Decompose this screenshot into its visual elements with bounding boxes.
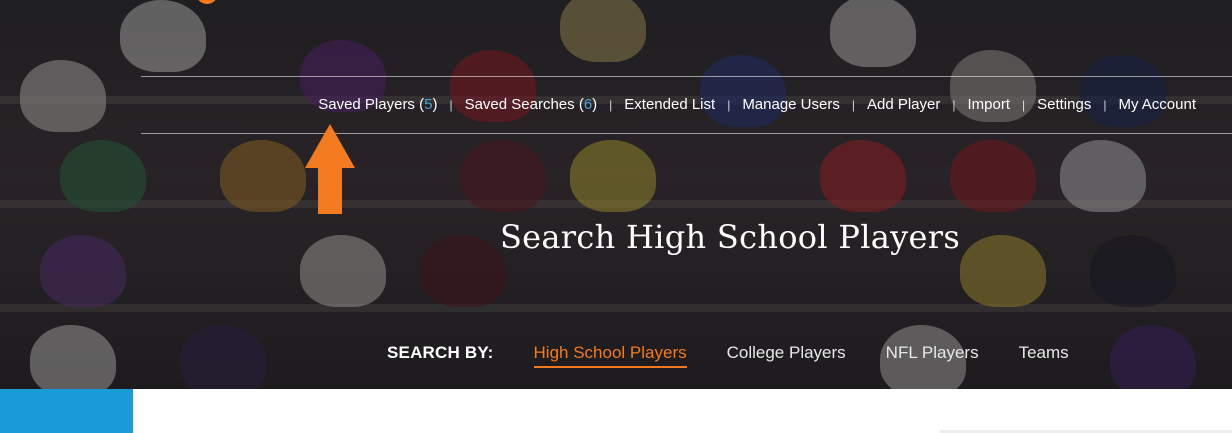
- nav-separator: |: [727, 97, 731, 112]
- chevron-down-icon: ⌄: [86, 426, 98, 433]
- nav-separator: |: [952, 97, 956, 112]
- nav-saved-players-suffix: ): [432, 96, 438, 113]
- nav-import[interactable]: Import: [967, 96, 1010, 113]
- search-option-teams[interactable]: Teams: [1019, 343, 1069, 363]
- saved-searches-count: 6: [583, 96, 593, 113]
- nav-saved-players-label: Saved Players (: [318, 96, 425, 113]
- search-option-high-school[interactable]: High School Players: [533, 343, 687, 368]
- nav-my-account[interactable]: My Account: [1118, 96, 1196, 113]
- nav-saved-players[interactable]: Saved Players (5): [318, 96, 437, 113]
- filter-panel-toggle[interactable]: ⌄: [0, 389, 133, 433]
- nav-saved-searches[interactable]: Saved Searches (6): [465, 96, 598, 113]
- nav-separator: |: [1022, 97, 1026, 112]
- search-by-label: SEARCH BY:: [387, 343, 494, 362]
- nav-settings[interactable]: Settings: [1037, 96, 1091, 113]
- nav-separator: |: [851, 97, 855, 112]
- search-by-bar: SEARCH BY: High School Players College P…: [387, 343, 1109, 368]
- nav-saved-searches-label: Saved Searches (: [464, 96, 584, 113]
- nav-add-player[interactable]: Add Player: [867, 96, 940, 113]
- nav-extended-list[interactable]: Extended List: [624, 96, 715, 113]
- nav-divider-top: [141, 76, 1232, 77]
- nav-manage-users[interactable]: Manage Users: [742, 96, 840, 113]
- page-title: Search High School Players: [499, 218, 961, 256]
- nav-separator: |: [1103, 97, 1107, 112]
- nav-saved-searches-suffix: ): [592, 96, 598, 113]
- nav-separator: |: [449, 97, 453, 112]
- search-option-nfl[interactable]: NFL Players: [886, 343, 979, 363]
- top-navigation: Saved Players (5) | Saved Searches (6) |…: [318, 96, 1196, 113]
- hero-banner: Saved Players (5) | Saved Searches (6) |…: [0, 0, 1232, 389]
- hero-overlay: [0, 0, 1232, 389]
- search-option-college[interactable]: College Players: [727, 343, 846, 363]
- nav-separator: |: [609, 97, 613, 112]
- up-arrow-icon: [305, 124, 355, 214]
